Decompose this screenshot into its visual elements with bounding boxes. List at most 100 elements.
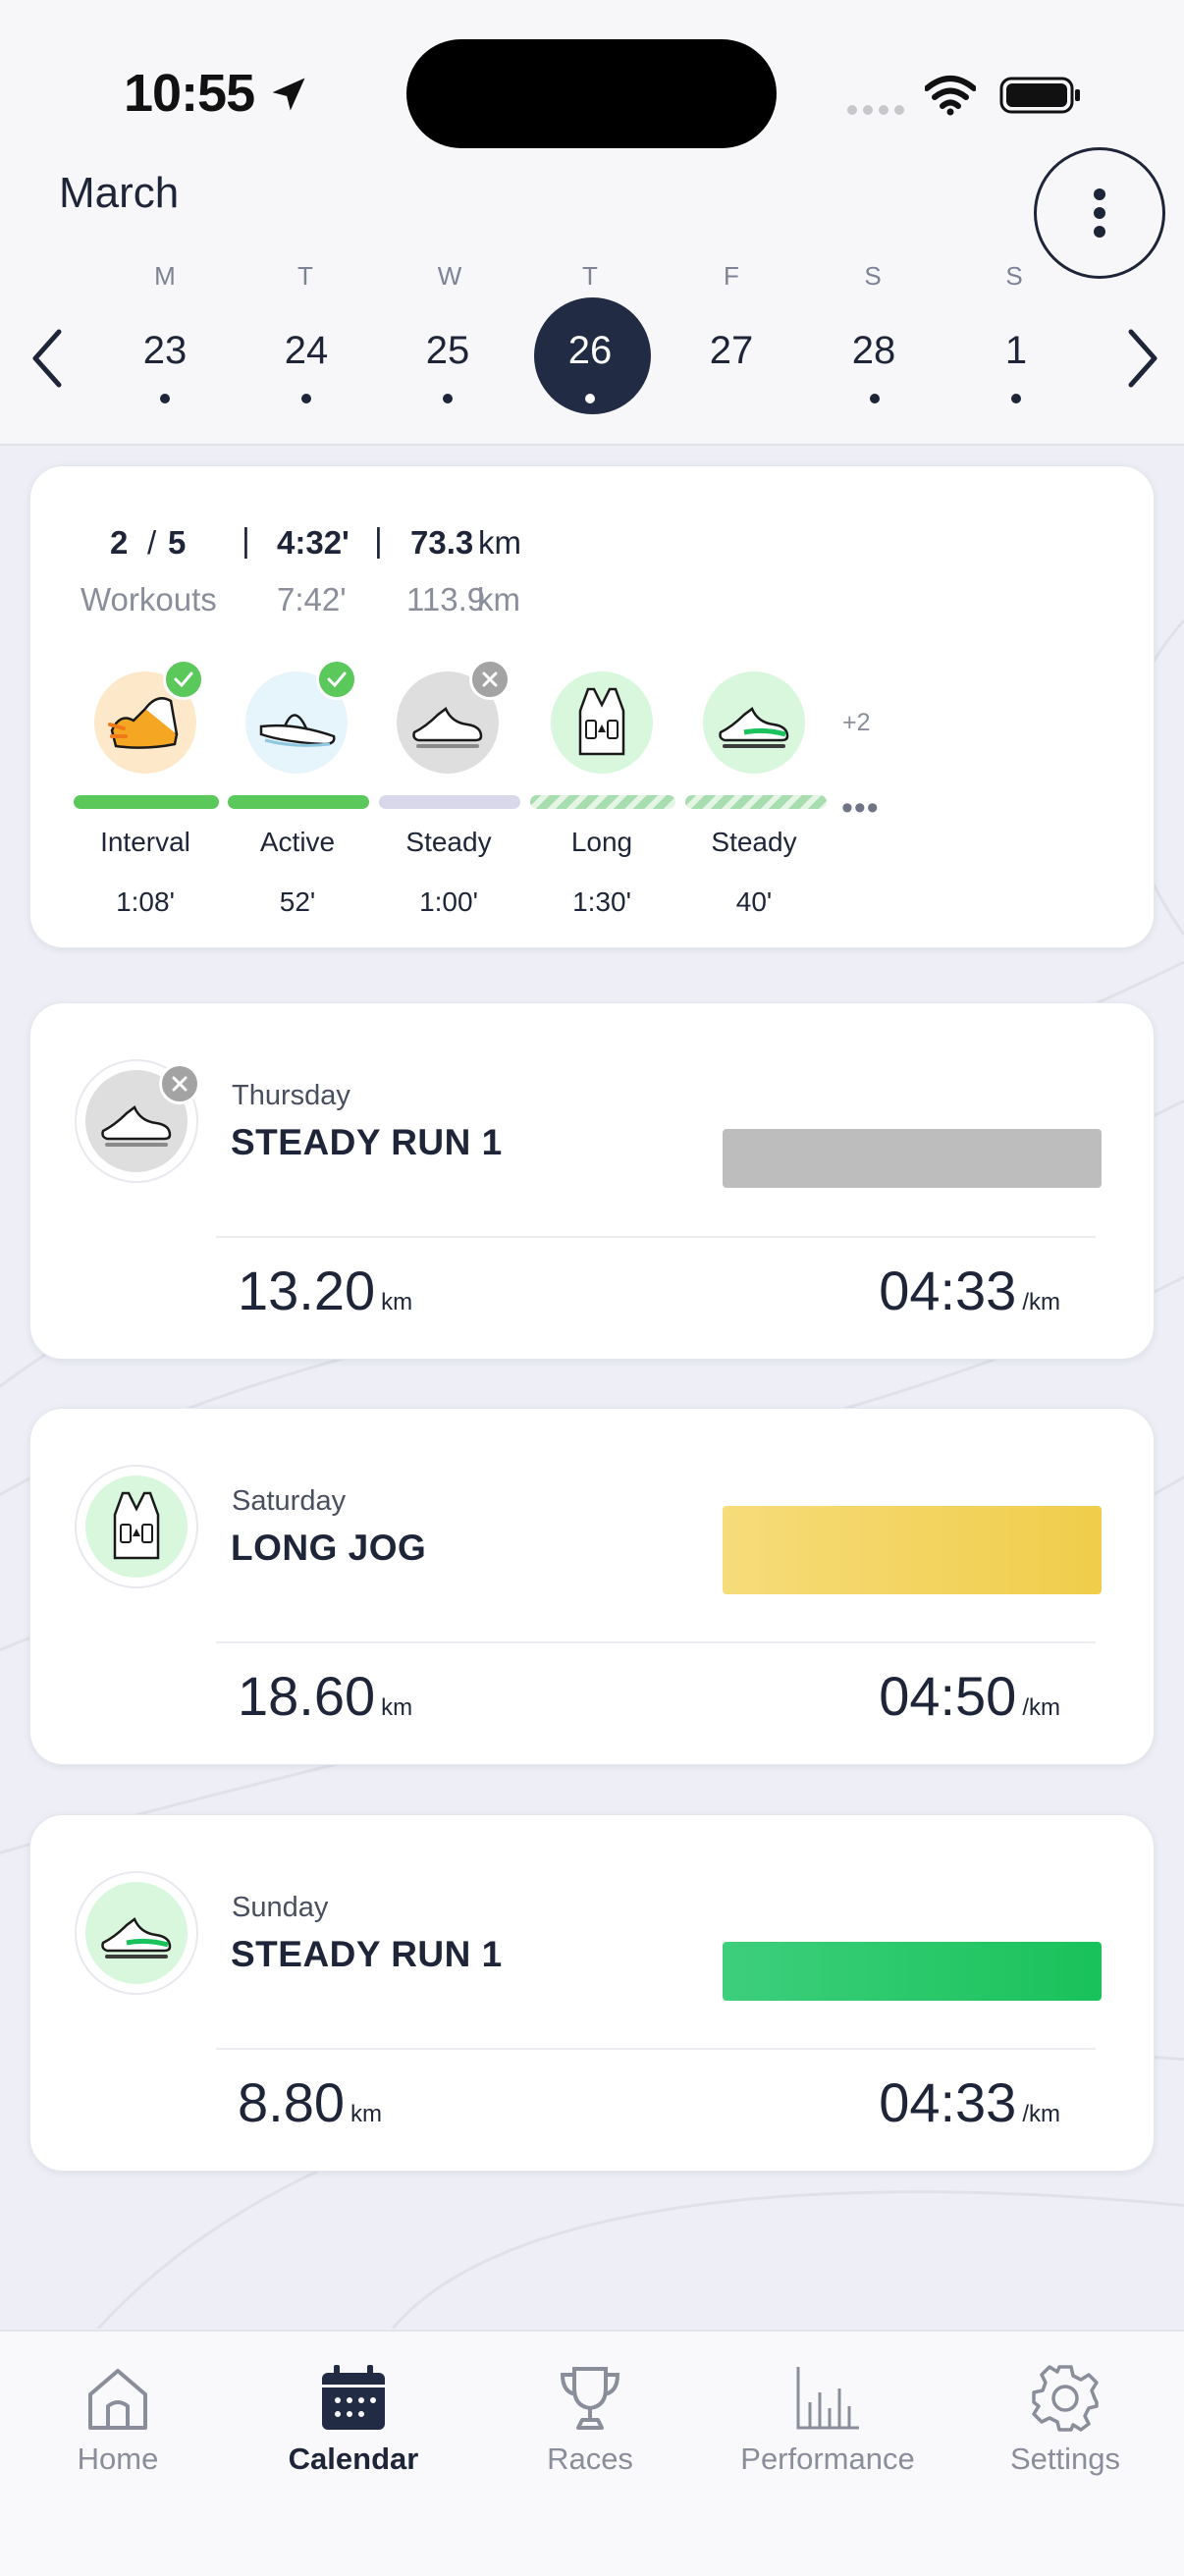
workout-intensity-bar: [723, 1506, 1102, 1594]
weekday-label: S: [864, 261, 882, 291]
workout-day: Saturday: [232, 1485, 347, 1517]
battery-icon: [999, 77, 1080, 114]
more-options-button[interactable]: [1034, 147, 1165, 279]
wifi-icon: [925, 76, 976, 116]
completed-badge: [316, 659, 357, 700]
workout-distance: 8.80 km: [238, 2071, 382, 2133]
more-workouts-count[interactable]: +2: [842, 709, 871, 737]
planned-bar: [685, 795, 827, 809]
more-dots: •••: [841, 789, 880, 827]
workout-duration: 1:08': [116, 886, 175, 917]
workout-pace: 04:33/km: [879, 2071, 1060, 2133]
workout-intensity-bar: [723, 1129, 1102, 1188]
weekday-label: T: [582, 261, 598, 291]
time-total: 7:42': [277, 581, 347, 617]
day-25[interactable]: 25: [399, 329, 497, 373]
workout-pace: 04:50/km: [879, 1665, 1060, 1727]
stat-divider: |: [374, 522, 383, 560]
tab-label: Races: [547, 2442, 633, 2476]
workout-day: Thursday: [232, 1080, 350, 1111]
workout-dot: [443, 394, 453, 403]
dynamic-island: [406, 39, 777, 148]
missed-bar: [379, 795, 520, 809]
completed-badge: [163, 659, 204, 700]
tab-races[interactable]: Races: [482, 2351, 698, 2498]
day-24[interactable]: 24: [257, 329, 355, 373]
workout-distance: 18.60 km: [238, 1665, 413, 1727]
tab-home[interactable]: Home: [10, 2351, 226, 2498]
weekday-label: T: [297, 261, 313, 291]
running-shoe-icon: [412, 707, 483, 748]
weekday-label: F: [724, 261, 739, 291]
check-icon: [174, 671, 193, 687]
time-done: 4:32': [277, 524, 350, 561]
tab-label: Performance: [740, 2442, 915, 2476]
card-divider: [216, 1641, 1096, 1643]
day-27[interactable]: 27: [682, 329, 780, 373]
close-icon: [172, 1076, 188, 1092]
weekday-label: S: [1005, 261, 1023, 291]
cellular-signal-icon: [847, 105, 904, 115]
workout-label: Steady: [405, 827, 492, 857]
distance-total: 113.9: [406, 581, 486, 617]
more-vertical-icon: [1094, 188, 1105, 238]
tab-calendar[interactable]: Calendar: [245, 2351, 461, 2498]
workout-steady[interactable]: [703, 671, 805, 774]
workouts-total: 5: [168, 524, 187, 561]
completed-bar: [228, 795, 369, 809]
workout-dot: [160, 394, 170, 403]
workout-dot: [301, 394, 311, 403]
missed-badge: [159, 1063, 200, 1104]
distance-total-unit: km: [477, 581, 520, 617]
status-time: 10:55: [124, 64, 255, 123]
workout-label: Interval: [100, 827, 190, 857]
completed-bar: [74, 795, 219, 809]
workout-distance: 13.20 km: [238, 1260, 413, 1321]
workout-label: Long: [570, 827, 633, 857]
trophy-icon: [560, 2367, 620, 2430]
workout-day: Sunday: [232, 1892, 329, 1923]
day-28[interactable]: 28: [825, 329, 923, 373]
workout-icon-bg: [85, 1882, 188, 1984]
workout-dot: [585, 394, 595, 403]
workout-duration: 52': [279, 886, 316, 917]
workouts-label: Workouts: [81, 581, 217, 617]
workouts-done: 2: [110, 524, 129, 561]
prev-week-arrow-icon[interactable]: [20, 324, 79, 393]
tab-performance[interactable]: Performance: [720, 2351, 936, 2498]
home-icon: [88, 2369, 147, 2430]
planned-bar: [530, 795, 675, 809]
month-title: March: [59, 169, 180, 217]
workout-title: STEADY RUN 1: [231, 1122, 503, 1162]
workout-dot: [1011, 394, 1021, 403]
workout-title: STEADY RUN 1: [231, 1934, 503, 1974]
running-vest-icon: [578, 687, 625, 756]
day-23[interactable]: 23: [116, 329, 214, 373]
weekday-label: W: [437, 261, 462, 291]
bar-chart-icon: [796, 2367, 859, 2430]
card-divider: [216, 2048, 1096, 2050]
weekday-label: M: [154, 261, 176, 291]
location-arrow-icon: [272, 78, 305, 111]
workouts-separator: /: [147, 524, 157, 561]
missed-badge: [469, 659, 511, 700]
workout-dot: [870, 394, 880, 403]
workout-label: Active: [259, 827, 336, 857]
running-vest-icon: [113, 1491, 160, 1560]
tab-settings[interactable]: Settings: [957, 2351, 1173, 2498]
next-week-arrow-icon[interactable]: [1111, 324, 1170, 393]
workout-intensity-bar: [723, 1942, 1102, 2001]
running-shoe-icon: [101, 1917, 172, 1959]
day-1[interactable]: 1: [967, 329, 1065, 373]
distance-done: 73.3: [410, 524, 474, 561]
running-shoe-icon: [719, 707, 789, 748]
workout-duration: 40': [735, 886, 773, 917]
distance-unit: km: [478, 524, 521, 561]
tab-label: Settings: [1009, 2442, 1120, 2476]
workout-icon-bg: [85, 1476, 188, 1578]
check-icon: [327, 671, 347, 687]
workout-long[interactable]: [551, 671, 653, 774]
day-26-selected[interactable]: 26: [541, 329, 639, 373]
workout-title: LONG JOG: [231, 1528, 427, 1568]
stat-divider: |: [242, 522, 250, 560]
